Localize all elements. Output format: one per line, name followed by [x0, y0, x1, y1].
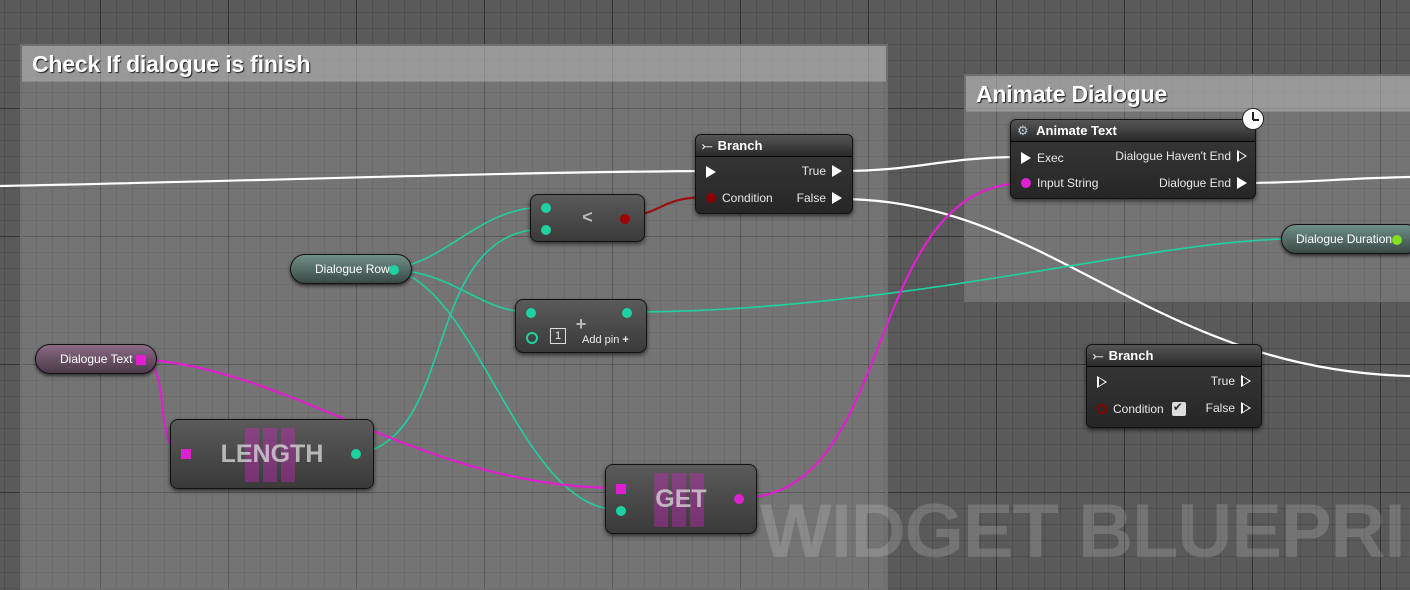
- havent-end-label: Dialogue Haven't End: [1115, 149, 1231, 163]
- branch-node-header[interactable]: ⤚ Branch: [1087, 345, 1261, 367]
- int-out-pin[interactable]: [389, 265, 399, 275]
- bool-pin-icon: [706, 193, 716, 203]
- dialogue-text-variable[interactable]: Dialogue Text: [35, 344, 157, 374]
- string-pin-icon: [1021, 178, 1031, 188]
- int-in-pin-a[interactable]: [526, 308, 536, 318]
- plus-icon: +: [622, 334, 629, 346]
- int-out-pin[interactable]: [351, 449, 361, 459]
- branch-title: Branch: [717, 138, 763, 153]
- dialogue-row-variable[interactable]: Dialogue Row: [290, 254, 412, 284]
- bool-out-pin[interactable]: [620, 214, 630, 224]
- add-symbol: +: [575, 314, 587, 334]
- animate-text-node[interactable]: ⚙ Animate Text Exec Dialogue Haven't End…: [1010, 119, 1256, 199]
- add-node[interactable]: 1 + Add pin +: [515, 299, 647, 353]
- true-label: True: [801, 164, 826, 178]
- true-label: True: [1210, 374, 1235, 388]
- dialogue-end-label: Dialogue End: [1158, 176, 1231, 190]
- dialogue-duration-label: Dialogue Duration: [1296, 232, 1393, 246]
- default-value-box[interactable]: 1: [550, 328, 566, 344]
- input-string-label: Input String: [1037, 176, 1099, 190]
- havent-end-pin[interactable]: Dialogue Haven't End: [1115, 149, 1247, 163]
- dialogue-duration-variable[interactable]: Dialogue Duration: [1281, 224, 1410, 254]
- condition-checkbox[interactable]: [1171, 400, 1186, 416]
- exec-out-icon: [832, 165, 842, 177]
- string-out-pin[interactable]: [734, 494, 744, 504]
- comment-header[interactable]: Animate Dialogue: [966, 76, 1410, 112]
- condition-label: Condition: [722, 191, 773, 205]
- branch-node-header[interactable]: ⤚ Branch: [696, 135, 852, 157]
- add-pin-button[interactable]: Add pin +: [582, 334, 629, 346]
- gear-icon: ⚙: [1017, 124, 1029, 139]
- add-pin-label: Add pin: [582, 334, 620, 346]
- exec-out-icon: [1241, 402, 1251, 414]
- int-in-pin-b[interactable]: [526, 332, 538, 344]
- string-array-out-pin[interactable]: [136, 355, 146, 365]
- comment-title: Check If dialogue is finish: [32, 51, 311, 77]
- comment-title: Animate Dialogue: [976, 81, 1168, 107]
- false-label: False: [796, 191, 826, 205]
- exec-in-pin[interactable]: Exec: [1021, 151, 1064, 165]
- input-string-pin[interactable]: Input String: [1021, 176, 1098, 190]
- branch-icon: ⤚: [702, 139, 713, 154]
- false-label: False: [1205, 401, 1235, 415]
- animate-text-header[interactable]: ⚙ Animate Text: [1011, 120, 1255, 142]
- true-pin[interactable]: True: [802, 164, 842, 178]
- exec-out-icon: [1241, 375, 1251, 387]
- dialogue-end-pin[interactable]: Dialogue End: [1159, 176, 1247, 190]
- exec-in-pin[interactable]: [706, 166, 716, 178]
- length-node[interactable]: LENGTH: [170, 419, 374, 489]
- branch-node-free[interactable]: ⤚ Branch True Condition False: [1086, 344, 1262, 428]
- condition-pin[interactable]: Condition: [706, 191, 773, 205]
- exec-in-pin[interactable]: [1097, 376, 1107, 388]
- animate-text-title: Animate Text: [1036, 123, 1117, 138]
- clock-icon: [1242, 108, 1264, 130]
- exec-in-icon: [1097, 376, 1107, 388]
- exec-out-icon: [1237, 177, 1247, 189]
- branch-icon: ⤚: [1093, 349, 1104, 364]
- branch-title: Branch: [1108, 348, 1154, 363]
- get-node[interactable]: GET: [605, 464, 757, 534]
- comment-check-dialogue-finish[interactable]: Check If dialogue is finish: [20, 44, 888, 590]
- true-pin[interactable]: True: [1211, 374, 1251, 388]
- exec-in-icon: [1021, 152, 1031, 164]
- exec-out-icon: [1237, 150, 1247, 162]
- int-out-pin[interactable]: [622, 308, 632, 318]
- length-label: LENGTH: [220, 440, 324, 468]
- false-pin[interactable]: False: [797, 191, 842, 205]
- exec-in-icon: [706, 166, 716, 178]
- dialogue-row-label: Dialogue Row: [315, 262, 390, 276]
- less-than-node[interactable]: <: [530, 194, 645, 242]
- exec-label: Exec: [1037, 151, 1064, 165]
- bool-pin-icon: [1097, 404, 1107, 414]
- branch-node-main[interactable]: ⤚ Branch True Condition False: [695, 134, 853, 214]
- float-out-pin[interactable]: [1392, 235, 1402, 245]
- exec-out-icon: [832, 192, 842, 204]
- comment-header[interactable]: Check If dialogue is finish: [22, 46, 886, 82]
- dialogue-text-label: Dialogue Text: [60, 352, 133, 366]
- widget-blueprint-watermark: WIDGET BLUEPRINT: [760, 489, 1410, 574]
- false-pin[interactable]: False: [1206, 401, 1251, 415]
- condition-label: Condition: [1113, 402, 1164, 416]
- condition-pin[interactable]: Condition: [1097, 400, 1186, 416]
